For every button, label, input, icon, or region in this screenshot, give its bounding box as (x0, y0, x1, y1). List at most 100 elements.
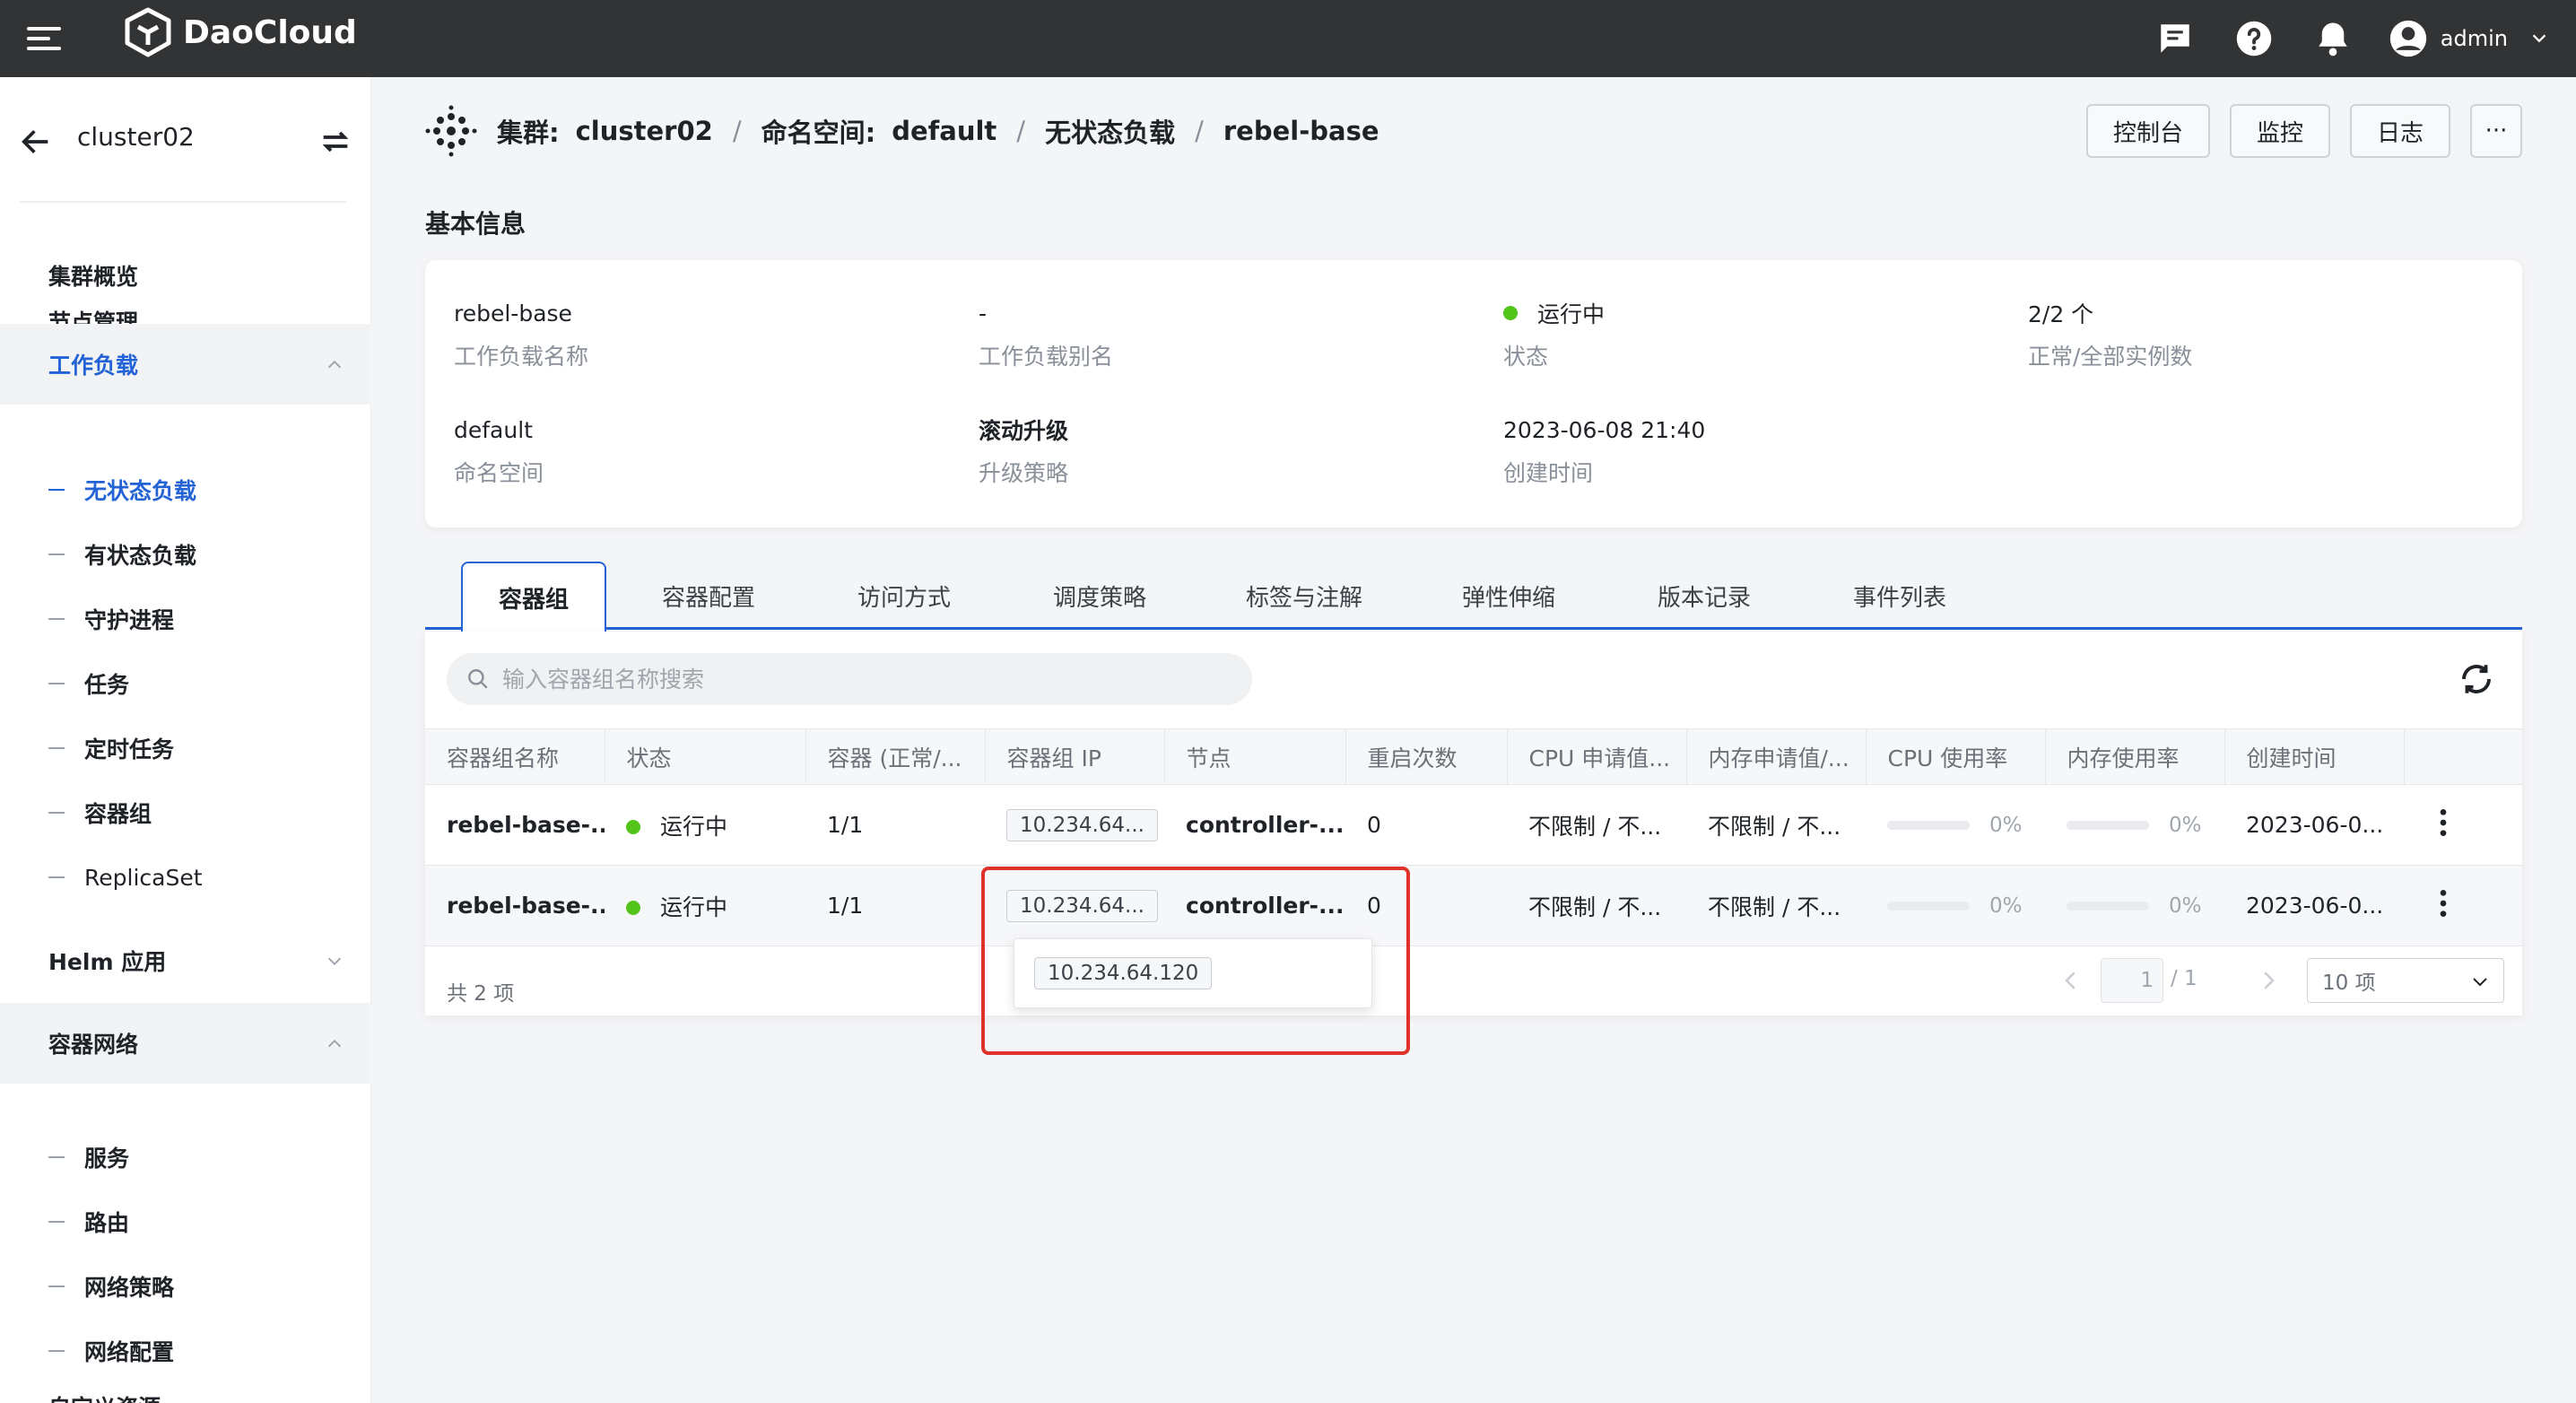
chevron-up-icon (327, 360, 342, 369)
message-icon[interactable] (2155, 19, 2195, 58)
switch-cluster-icon[interactable] (318, 124, 353, 160)
breadcrumb-separator: / (732, 116, 742, 146)
info-instances: 2/2 个 正常/全部实例数 (2028, 298, 2530, 371)
info-label: 状态 (1503, 344, 1549, 370)
more-vertical-icon[interactable] (2425, 885, 2461, 921)
pod-cpu-usage: 0% (1887, 814, 2045, 837)
column-header[interactable]: CPU 申请值... (1507, 728, 1687, 785)
breadcrumb-separator: / (1195, 116, 1204, 146)
chevron-down-icon[interactable] (2529, 29, 2549, 48)
basic-info-title: 基本信息 (425, 209, 527, 239)
help-icon[interactable] (2234, 19, 2274, 58)
column-header[interactable]: 重启次数 (1345, 728, 1508, 785)
sidebar-item-network-policies[interactable]: 网络策略 (0, 1254, 371, 1319)
pod-node[interactable]: controller-... (1186, 812, 1345, 838)
daocloud-logo-icon (125, 7, 171, 57)
column-header[interactable]: 状态 (605, 728, 806, 785)
tab-access[interactable]: 访问方式 (832, 562, 976, 630)
sidebar-item-pods[interactable]: 容器组 (0, 780, 371, 845)
logs-button[interactable]: 日志 (2349, 104, 2450, 158)
tab-pods[interactable]: 容器组 (461, 562, 606, 632)
refresh-icon[interactable] (2458, 660, 2495, 698)
status-text: 运行中 (1537, 301, 1606, 327)
more-actions-button[interactable]: ··· (2470, 104, 2522, 158)
sidebar-item-helm-apps[interactable]: Helm 应用 (0, 920, 371, 1001)
sidebar-item-services[interactable]: 服务 (0, 1125, 371, 1190)
pod-name-link[interactable]: rebel-base-... (447, 812, 605, 838)
page-size-value: 10 项 (2322, 972, 2376, 995)
column-header[interactable]: 内存使用率 (2045, 728, 2225, 785)
back-arrow-icon[interactable] (18, 124, 54, 160)
sidebar-item-custom-resources[interactable]: 自定义资源 (0, 1392, 371, 1403)
column-header[interactable]: 容器 (正常/... (805, 728, 986, 785)
tab-scheduling[interactable]: 调度策略 (1028, 562, 1171, 630)
sidebar-item-replicasets[interactable]: ReplicaSet (0, 845, 371, 910)
column-header[interactable]: 容器组名称 (425, 728, 605, 785)
pod-cpu-request: 不限制 / 不... (1507, 865, 1686, 946)
sidebar-item-ingress[interactable]: 路由 (0, 1190, 371, 1254)
sidebar-item-jobs[interactable]: 任务 (0, 651, 371, 716)
tab-container-config[interactable]: 容器配置 (637, 562, 780, 630)
sidebar-item-label: 路由 (84, 1210, 130, 1236)
cluster-name: cluster02 (77, 122, 195, 152)
search-box (447, 653, 1252, 705)
info-value: 2023-06-08 21:40 (1503, 416, 1706, 443)
chevron-down-icon (327, 957, 342, 965)
column-header[interactable]: 容器组 IP (985, 728, 1165, 785)
column-header[interactable]: 创建时间 (2224, 728, 2405, 785)
menu-icon[interactable] (27, 23, 63, 54)
highlight-box (981, 867, 1410, 1055)
tab-labels-annotations[interactable]: 标签与注解 (1223, 562, 1385, 630)
column-header[interactable]: CPU 使用率 (1866, 728, 2046, 785)
sidebar-item-daemonsets[interactable]: 守护进程 (0, 587, 371, 651)
pod-cpu-request: 不限制 / 不... (1507, 784, 1686, 866)
pod-cpu-usage: 0% (1887, 894, 2045, 918)
basic-info-card: rebel-base 工作负载名称 - 工作负载别名 运行中 状态 2/2 个 … (425, 260, 2522, 527)
console-button[interactable]: 控制台 (2085, 104, 2210, 158)
sidebar-item-workloads[interactable]: 工作负载 (0, 324, 371, 405)
bell-icon[interactable] (2313, 19, 2353, 58)
usage-value: 0% (1989, 813, 2023, 837)
pod-memory-usage: 0% (2067, 894, 2224, 918)
page-number-input[interactable]: 1 (2101, 958, 2163, 1003)
sidebar-item-label: 守护进程 (84, 607, 175, 633)
next-page-icon[interactable] (2255, 967, 2282, 994)
column-header[interactable]: 节点 (1164, 728, 1346, 785)
breadcrumb: 集群: cluster02 / 命名空间: default / 无状态负载 / … (425, 104, 1379, 158)
brand-logo[interactable]: DaoCloud (124, 7, 357, 57)
info-value: 运行中 (1503, 298, 2006, 328)
info-label: 工作负载名称 (454, 344, 589, 370)
sidebar-item-network-config[interactable]: 网络配置 (0, 1319, 371, 1383)
status-dot (626, 900, 640, 915)
info-label: 命名空间 (454, 460, 544, 486)
breadcrumb-namespace[interactable]: default (892, 116, 996, 146)
detail-tabs: 容器组 容器配置 访问方式 调度策略 标签与注解 弹性伸缩 版本记录 事件列表 (425, 562, 2522, 632)
more-vertical-icon[interactable] (2425, 805, 2461, 841)
user-name: admin (2440, 26, 2508, 51)
sidebar-item-label: 工作负载 (48, 353, 139, 379)
sidebar-item-statefulsets[interactable]: 有状态负载 (0, 522, 371, 587)
sidebar-header: cluster02 (0, 77, 371, 203)
page-size-select[interactable]: 10 项 (2307, 958, 2504, 1003)
tab-revisions[interactable]: 版本记录 (1632, 562, 1776, 630)
column-header[interactable]: 内存申请值/... (1686, 728, 1867, 785)
sidebar-item-cronjobs[interactable]: 定时任务 (0, 716, 371, 780)
tab-autoscaling[interactable]: 弹性伸缩 (1437, 562, 1580, 630)
sidebar-item-container-network[interactable]: 容器网络 (0, 1003, 371, 1084)
user-menu[interactable]: admin (2389, 19, 2549, 58)
breadcrumb-deployments[interactable]: 无状态负载 (1045, 112, 1175, 150)
pod-memory-request: 不限制 / 不... (1686, 784, 1866, 866)
search-input[interactable] (502, 666, 1238, 693)
brand-name: DaoCloud (183, 13, 357, 51)
sidebar-item-label: 网络配置 (84, 1339, 175, 1365)
tab-events[interactable]: 事件列表 (1828, 562, 1971, 630)
prev-page-icon[interactable] (2058, 967, 2084, 994)
pod-created-time: 2023-06-0... (2224, 865, 2404, 946)
monitor-button[interactable]: 监控 (2229, 104, 2330, 158)
info-value: 2/2 个 (2028, 301, 2094, 327)
main-content: 集群: cluster02 / 命名空间: default / 无状态负载 / … (371, 77, 2576, 1403)
pod-ip-tag[interactable]: 10.234.64... (1006, 808, 1158, 841)
pod-name-link[interactable]: rebel-base-... (447, 893, 605, 919)
sidebar-item-deployments[interactable]: 无状态负载 (0, 458, 371, 522)
breadcrumb-cluster[interactable]: cluster02 (576, 116, 713, 146)
